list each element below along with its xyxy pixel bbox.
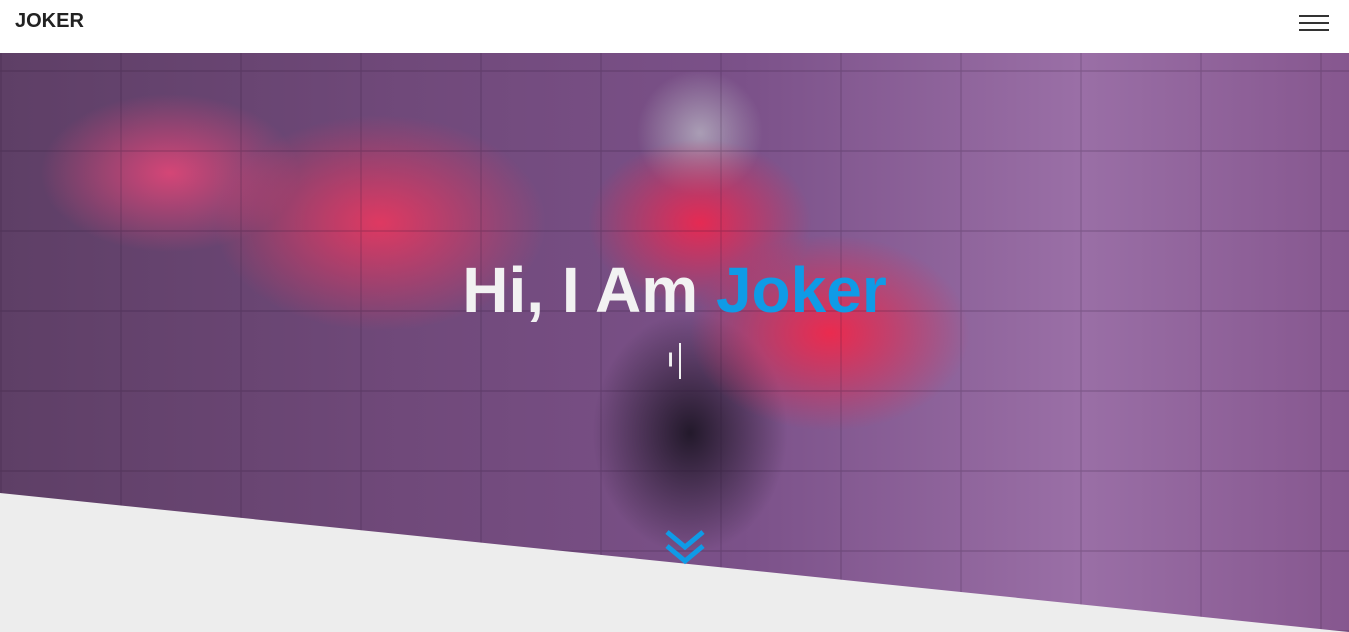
menu-line [1299, 22, 1329, 24]
typing-cursor [679, 343, 682, 379]
hero-title-prefix: Hi, I Am [462, 254, 716, 326]
brand-logo[interactable]: JOKER [15, 10, 84, 33]
hero-title-accent: Joker [715, 254, 887, 326]
double-chevron-down-icon [665, 530, 705, 565]
hamburger-menu-icon[interactable] [1299, 14, 1329, 32]
navbar: JOKER [0, 0, 1349, 53]
menu-line [1299, 15, 1329, 17]
typed-text: I [667, 349, 674, 372]
menu-line [1299, 29, 1329, 31]
hero-title: Hi, I Am Joker [0, 253, 1349, 327]
typed-subtitle: I [0, 343, 1349, 379]
scroll-down-button[interactable] [663, 530, 707, 566]
